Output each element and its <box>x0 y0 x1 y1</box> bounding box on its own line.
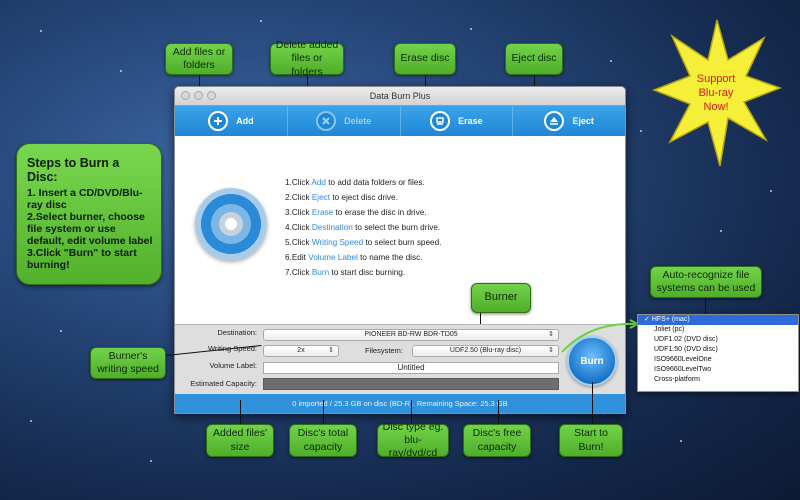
burn-button-label: Burn <box>580 355 604 367</box>
close-window-icon[interactable] <box>181 91 190 100</box>
callout-free-capacity: Disc's free capacity <box>463 424 531 457</box>
add-button[interactable]: Add <box>175 106 288 136</box>
callout-line-total <box>323 400 324 424</box>
app-window: Data Burn Plus Add Delete Erase Eject 1.… <box>174 86 626 414</box>
updown-arrow-icon: ⇕ <box>548 347 554 354</box>
instruction-line: 4.Click Destination to select the burn d… <box>285 223 441 232</box>
filesystem-option[interactable]: UDF1.50 (DVD disc) <box>638 345 798 355</box>
callout-burner: Burner <box>471 283 531 313</box>
erase-button[interactable]: Erase <box>401 106 514 136</box>
instruction-line: 6.Edit Volume Label to name the disc. <box>285 253 423 262</box>
filesystem-option[interactable]: ISO9660LevelOne <box>638 355 798 365</box>
estimated-capacity-label: Estimated Capacity: <box>190 379 257 388</box>
filesystem-select[interactable]: UDF2.50 (Blu-ray disc) ⇕ <box>412 345 559 357</box>
instruction-line: 3.Click Erase to erase the disc in drive… <box>285 208 427 217</box>
filesystem-option[interactable]: ISO9660LevelTwo <box>638 365 798 375</box>
filesystem-option[interactable]: UDF1.02 (DVD disc) <box>638 335 798 345</box>
steps-title: Steps to Burn a Disc: <box>27 156 120 185</box>
plus-circle-icon <box>208 111 229 131</box>
updown-arrow-icon: ⇕ <box>328 347 334 354</box>
destination-label: Destination: <box>217 328 257 337</box>
zoom-window-icon[interactable] <box>207 91 216 100</box>
filesystem-option[interactable]: ✓ HFS+ (mac) <box>638 315 798 325</box>
delete-button-label: Delete <box>344 116 372 126</box>
disc-icon <box>195 188 267 260</box>
callout-auto-recognize: Auto-recognize file systems can be used <box>650 266 762 298</box>
volume-label-label: Volume Label: <box>209 361 257 370</box>
instruction-line: 5.Click Writing Speed to select burn spe… <box>285 238 442 247</box>
steps-callout: Steps to Burn a Disc: 1. Insert a CD/DVD… <box>16 143 162 285</box>
settings-panel: Destination: PIONEER BD-RW BDR-TD05⇕ Wri… <box>175 324 625 395</box>
callout-line-size <box>240 400 241 424</box>
filesystem-options-list[interactable]: ✓ HFS+ (mac) Joliet (pc) UDF1.02 (DVD di… <box>637 314 799 392</box>
promo-text: Support Blu-ray Now! <box>696 73 736 113</box>
writing-speed-select[interactable]: 2x ⇕ <box>263 345 339 357</box>
writing-speed-label: Writing Speed: <box>175 344 257 353</box>
callout-line-burn <box>592 382 593 424</box>
destination-select[interactable]: PIONEER BD-RW BDR-TD05 ⇕ <box>263 329 559 341</box>
drop-area[interactable]: 1.Click Add to add data folders or files… <box>175 136 625 324</box>
callout-start-burn: Start to Burn! <box>559 424 623 457</box>
callout-total-capacity: Disc's total capacity <box>289 424 357 457</box>
callout-eject: Eject disc <box>505 43 563 75</box>
title-bar: Data Burn Plus <box>175 87 625 106</box>
window-title: Data Burn Plus <box>369 91 431 101</box>
x-circle-icon <box>316 111 337 131</box>
filesystem-label: Filesystem: <box>365 346 403 355</box>
updown-arrow-icon: ⇕ <box>548 331 554 338</box>
callout-add: Add files or folders <box>165 43 233 75</box>
erase-button-label: Erase <box>458 116 483 126</box>
eject-button[interactable]: Eject <box>513 106 625 136</box>
eject-icon <box>544 111 565 131</box>
minimize-window-icon[interactable] <box>194 91 203 100</box>
callout-added-size: Added files' size <box>206 424 274 457</box>
delete-button[interactable]: Delete <box>288 106 401 136</box>
instructions-list: 1.Click Add to add data folders or files… <box>285 175 441 280</box>
arrow-to-list-icon <box>561 319 640 353</box>
add-button-label: Add <box>236 116 254 126</box>
callout-writing-speed: Burner's writing speed <box>90 347 166 379</box>
callout-line-auto <box>705 298 706 314</box>
instruction-line: 1.Click Add to add data folders or files… <box>285 178 425 187</box>
steps-body: 1. Insert a CD/DVD/Blu-ray disc 2.Select… <box>27 186 153 272</box>
eraser-icon <box>430 111 451 131</box>
capacity-bar <box>263 378 559 390</box>
volume-label-input[interactable]: Untitled <box>263 362 559 374</box>
callout-erase: Erase disc <box>394 43 456 75</box>
callout-line-free <box>498 400 499 424</box>
instruction-line: 2.Click Eject to eject disc drive. <box>285 193 398 202</box>
callout-line-burner <box>480 313 481 324</box>
status-bar: 0 imported / 25.3 GB on disc (BD-R). Rem… <box>175 394 625 413</box>
filesystem-option[interactable]: Cross-platform <box>638 375 798 385</box>
toolbar: Add Delete Erase Eject <box>175 106 625 136</box>
filesystem-option[interactable]: Joliet (pc) <box>638 325 798 335</box>
eject-button-label: Eject <box>572 116 594 126</box>
callout-delete: Delete added files or folders <box>270 39 344 78</box>
callout-disc-type: Disc type eg. blu-ray/dvd/cd <box>377 421 449 459</box>
instruction-line: 7.Click Burn to start disc burning. <box>285 268 406 277</box>
